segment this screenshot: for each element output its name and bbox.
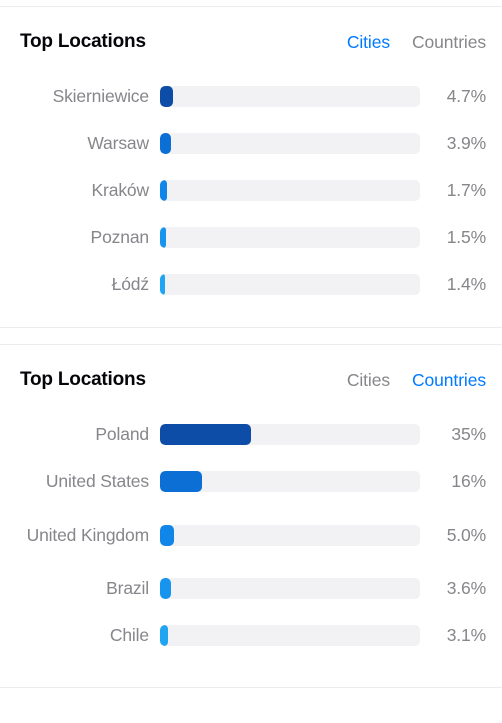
bar-fill <box>160 86 174 107</box>
tab-cities[interactable]: Cities <box>347 31 390 53</box>
location-label: United States <box>45 471 149 491</box>
page-root: Top Locations Cities Countries Skierniew… <box>0 0 502 723</box>
tab-countries[interactable]: Countries <box>412 369 486 391</box>
percentage-value: 1.4% <box>446 274 486 294</box>
bar-fill <box>160 578 172 599</box>
tab-cities[interactable]: Cities <box>347 369 390 391</box>
top-locations-cities-card: Top Locations Cities Countries Skierniew… <box>0 6 502 328</box>
list-item[interactable]: Skierniewice 4.7% <box>0 73 502 120</box>
list-item[interactable]: Łódź 1.4% <box>0 261 502 308</box>
list-item[interactable]: Warsaw 3.9% <box>0 120 502 167</box>
bar-fill <box>160 133 172 154</box>
bar-track <box>160 274 420 295</box>
bar-track <box>160 625 420 646</box>
bar-track <box>160 86 420 107</box>
bar-fill <box>160 274 165 295</box>
percentage-value: 1.5% <box>446 227 486 247</box>
list-item[interactable]: Brazil 3.6% <box>0 565 502 612</box>
percentage-value: 1.7% <box>446 180 486 200</box>
bar-fill <box>160 625 169 646</box>
location-label: Chile <box>109 625 149 645</box>
bar-track <box>160 471 420 492</box>
location-label: Poland <box>95 424 149 444</box>
percentage-value: 16% <box>451 471 486 491</box>
bar-fill <box>160 424 251 445</box>
card-header: Top Locations Cities Countries <box>0 7 502 59</box>
location-label: Kraków <box>91 180 150 200</box>
bar-fill <box>160 180 167 201</box>
bar-fill <box>160 524 175 546</box>
list-item[interactable]: Kraków 1.7% <box>0 167 502 214</box>
percentage-value: 35% <box>451 424 486 444</box>
bar-track <box>160 524 420 546</box>
location-label: Warsaw <box>87 133 149 153</box>
percentage-value: 5.0% <box>446 524 486 545</box>
percentage-value: 3.6% <box>446 578 486 598</box>
bar-fill <box>160 227 167 248</box>
cities-bar-list: Skierniewice 4.7% Warsaw 3.9% Kraków 1.7… <box>0 59 502 308</box>
percentage-value: 3.9% <box>446 133 486 153</box>
location-label: Skierniewice <box>52 86 150 106</box>
bar-track <box>160 180 420 201</box>
bar-track <box>160 227 420 248</box>
bar-track <box>160 424 420 445</box>
percentage-value: 4.7% <box>446 86 486 106</box>
bar-track <box>160 578 420 599</box>
location-label: United Kingdom <box>26 524 150 545</box>
location-label: Poznan <box>90 227 150 247</box>
location-scope-tabs: Cities Countries <box>347 31 486 53</box>
list-item[interactable]: Poznan 1.5% <box>0 214 502 261</box>
percentage-value: 3.1% <box>446 625 486 645</box>
location-label: Łódź <box>111 274 150 294</box>
list-item[interactable]: Poland 35% <box>0 411 502 458</box>
bar-track <box>160 133 420 154</box>
location-label: Brazil <box>106 578 149 598</box>
page-title: Top Locations <box>20 369 146 390</box>
list-item[interactable]: United States 16% <box>0 458 502 505</box>
list-item[interactable]: United Kingdom 5.0% <box>0 505 502 565</box>
tab-countries[interactable]: Countries <box>412 31 486 53</box>
top-locations-countries-card: Top Locations Cities Countries Poland 35… <box>0 344 502 688</box>
card-header: Top Locations Cities Countries <box>0 345 502 397</box>
countries-bar-list: Poland 35% United States 16% United King… <box>0 397 502 659</box>
bar-fill <box>160 471 202 492</box>
page-title: Top Locations <box>20 31 146 52</box>
location-scope-tabs: Cities Countries <box>347 369 486 391</box>
list-item[interactable]: Chile 3.1% <box>0 612 502 659</box>
